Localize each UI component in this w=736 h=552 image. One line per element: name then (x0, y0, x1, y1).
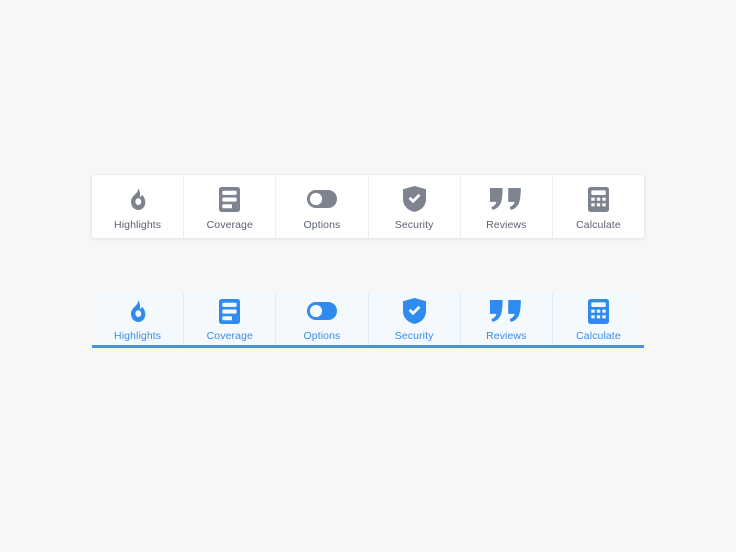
shield-check-icon (402, 186, 426, 212)
tab-options[interactable]: Options (275, 293, 367, 345)
tab-label: Calculate (576, 219, 621, 231)
tab-security[interactable]: Security (367, 293, 460, 345)
tab-calculate[interactable]: Calculate (551, 175, 644, 238)
toggle-switch-icon (306, 298, 337, 324)
quote-marks-icon (490, 186, 522, 212)
tab-coverage[interactable]: Coverage (183, 293, 275, 345)
quote-marks-icon (490, 298, 522, 324)
tab-label: Coverage (206, 330, 253, 342)
tab-label: Reviews (486, 219, 527, 231)
flame-icon (127, 186, 149, 212)
tab-options[interactable]: Options (275, 175, 367, 238)
tab-highlights[interactable]: Highlights (92, 175, 183, 238)
tab-bar-showcase: Highlights Coverage Options Security Rev… (0, 0, 736, 552)
tab-label: Highlights (114, 219, 162, 231)
shield-check-icon (402, 298, 426, 324)
tab-highlights[interactable]: Highlights (92, 293, 183, 345)
tab-label: Security (394, 219, 434, 231)
flame-icon (127, 298, 149, 324)
tab-label: Coverage (206, 219, 253, 231)
tabbar-default: Highlights Coverage Options Security Rev… (92, 175, 644, 238)
tab-label: Reviews (486, 330, 527, 342)
tab-label: Security (394, 330, 434, 342)
tabbar-selected: Highlights Coverage Options Security Rev… (92, 293, 644, 348)
tab-reviews[interactable]: Reviews (459, 175, 552, 238)
tab-reviews[interactable]: Reviews (459, 293, 552, 345)
tab-calculate[interactable]: Calculate (551, 293, 644, 345)
tab-label: Options (303, 330, 341, 342)
toggle-switch-icon (306, 186, 337, 212)
tab-label: Calculate (576, 330, 621, 342)
document-lines-icon (219, 298, 241, 324)
tab-label: Highlights (114, 330, 162, 342)
calculator-icon (587, 186, 609, 212)
document-lines-icon (219, 186, 241, 212)
tab-security[interactable]: Security (367, 175, 460, 238)
tab-label: Options (303, 219, 341, 231)
calculator-icon (587, 298, 609, 324)
tab-coverage[interactable]: Coverage (183, 175, 275, 238)
